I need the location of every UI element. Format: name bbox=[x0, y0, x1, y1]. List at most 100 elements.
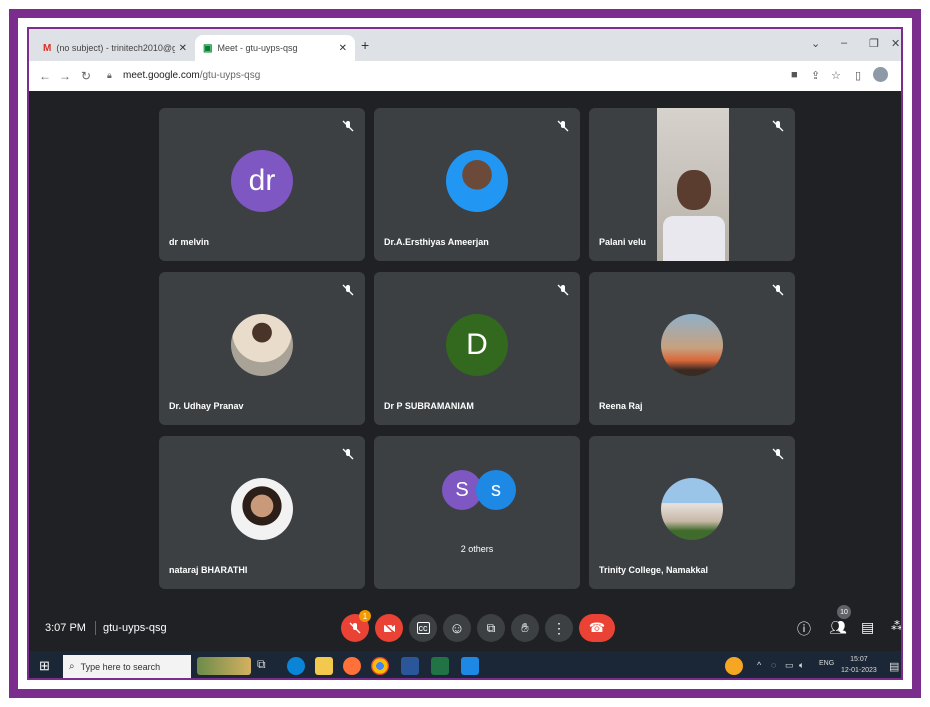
more-vert-icon: ⋮ bbox=[552, 619, 566, 636]
reload-icon[interactable]: ↻ bbox=[81, 69, 91, 83]
volume-icon[interactable]: 🔈︎ bbox=[799, 660, 804, 671]
forward-icon[interactable]: → bbox=[59, 69, 71, 83]
end-call-button[interactable]: ☎ bbox=[579, 614, 615, 642]
participant-count-badge: 10 bbox=[837, 605, 851, 619]
share-icon[interactable]: ⇪ bbox=[811, 69, 820, 82]
people-icon[interactable]: 👥︎ bbox=[829, 619, 847, 636]
camera-toggle-button[interactable] bbox=[375, 614, 403, 642]
minimize-button[interactable]: – bbox=[841, 37, 847, 49]
language-indicator[interactable]: ENG bbox=[819, 660, 834, 667]
avatar bbox=[661, 314, 723, 376]
mic-off-icon bbox=[772, 448, 784, 460]
present-button[interactable]: ⧉ bbox=[477, 614, 505, 642]
taskbar-search-input[interactable]: ⌕ Type here to search bbox=[63, 655, 191, 678]
participant-name: Dr.A.Ersthiyas Ameerjan bbox=[384, 237, 489, 247]
tab-search-icon[interactable]: ⌄ bbox=[811, 37, 820, 50]
windows-taskbar: ⊞ ⌕ Type here to search ⧉ ^ ◌ ▭ 🔈︎ ENG 1… bbox=[29, 651, 901, 678]
camera-indicator-icon[interactable]: ■ bbox=[791, 69, 798, 81]
participant-tile[interactable]: Dr.A.Ersthiyas Ameerjan bbox=[374, 108, 580, 261]
network-icon[interactable]: ▭ bbox=[785, 660, 794, 671]
avatar bbox=[446, 150, 508, 212]
excel-icon[interactable] bbox=[431, 657, 449, 675]
camera-off-icon bbox=[382, 621, 396, 635]
side-panel-icon[interactable]: ▯ bbox=[855, 69, 861, 82]
search-icon: ⌕ bbox=[69, 661, 75, 672]
divider bbox=[95, 621, 96, 635]
tab-meet[interactable]: ▣ Meet - gtu-uyps-qsg ✕ bbox=[195, 35, 355, 61]
task-view-icon[interactable]: ⧉ bbox=[257, 657, 275, 675]
meeting-info-icon[interactable]: ⓘ bbox=[797, 619, 811, 639]
participant-tile[interactable]: D Dr P SUBRAMANIAM bbox=[374, 272, 580, 425]
firefox-icon[interactable] bbox=[343, 657, 361, 675]
avatar: dr bbox=[231, 150, 293, 212]
restore-button[interactable]: ❐ bbox=[869, 37, 879, 50]
camera-feed bbox=[657, 108, 729, 261]
raise-hand-button[interactable]: ✋︎ bbox=[511, 614, 539, 642]
windows-start-icon[interactable]: ⊞ bbox=[39, 658, 50, 674]
meeting-time: 3:07 PM bbox=[45, 622, 86, 634]
reactions-button[interactable]: ☺ bbox=[443, 614, 471, 642]
emoji-icon: ☺ bbox=[449, 619, 465, 637]
present-screen-icon: ⧉ bbox=[486, 620, 496, 635]
mic-off-icon bbox=[772, 284, 784, 296]
weather-icon[interactable] bbox=[725, 657, 743, 675]
participant-name: Trinity College, Namakkal bbox=[599, 565, 709, 575]
url-field[interactable]: meet.google.com/gtu-uyps-qsg bbox=[123, 70, 260, 81]
avatar bbox=[231, 478, 293, 540]
mic-toggle-button[interactable]: 1 bbox=[341, 610, 371, 642]
new-tab-button[interactable]: + bbox=[361, 37, 369, 53]
file-explorer-icon[interactable] bbox=[315, 657, 333, 675]
captions-button[interactable]: cc bbox=[409, 614, 437, 642]
chevron-up-icon[interactable]: ^ bbox=[757, 660, 761, 670]
meet-icon: ▣ bbox=[203, 42, 213, 54]
clock-date: 12-01-2023 bbox=[841, 667, 877, 674]
mic-off-icon bbox=[342, 120, 354, 132]
chrome-icon[interactable] bbox=[371, 657, 389, 675]
back-icon[interactable]: ← bbox=[39, 69, 51, 83]
activities-icon[interactable]: ⁂ bbox=[891, 619, 901, 633]
address-bar: ← → ↻ 🔒︎ meet.google.com/gtu-uyps-qsg ■ … bbox=[29, 61, 901, 92]
mic-off-icon bbox=[349, 622, 361, 634]
profile-avatar[interactable] bbox=[873, 67, 888, 82]
onedrive-icon[interactable]: ◌ bbox=[771, 660, 776, 670]
captions-icon: cc bbox=[416, 622, 430, 634]
participant-name: Dr P SUBRAMANIAM bbox=[384, 401, 474, 411]
notifications-icon[interactable]: ▤ bbox=[889, 660, 899, 673]
avatar: s bbox=[476, 470, 516, 510]
participant-tile[interactable]: Trinity College, Namakkal bbox=[589, 436, 795, 589]
close-tab-icon[interactable]: ✕ bbox=[179, 43, 187, 54]
taskbar-clock[interactable]: 15:07 12-01-2023 bbox=[841, 654, 877, 676]
avatar bbox=[661, 478, 723, 540]
meet-stage: dr dr melvin Dr.A.Ersthiyas Ameerjan Pal… bbox=[29, 91, 901, 647]
mic-off-icon bbox=[342, 448, 354, 460]
more-options-button[interactable]: ⋮ bbox=[545, 614, 573, 642]
close-tab-icon[interactable]: ✕ bbox=[339, 43, 347, 54]
mic-off-icon bbox=[557, 284, 569, 296]
participant-tile[interactable]: dr dr melvin bbox=[159, 108, 365, 261]
participant-tile-group[interactable]: S s 2 others bbox=[374, 436, 580, 589]
meet-controls-bar: 3:07 PM gtu-uyps-qsg 1 cc ☺ ⧉ ✋︎ ⋮ ☎ ⓘ 👥… bbox=[29, 605, 901, 651]
screen: M (no subject) - trinitech2010@gm ✕ ▣ Me… bbox=[27, 27, 903, 680]
hand-icon: ✋︎ bbox=[521, 620, 529, 635]
app-icon[interactable] bbox=[461, 657, 479, 675]
participant-tile[interactable]: nataraj BHARATHI bbox=[159, 436, 365, 589]
participant-tile[interactable]: Reena Raj bbox=[589, 272, 795, 425]
menu-kebab-icon[interactable]: ⋮ bbox=[897, 69, 901, 82]
participant-name: Palani velu bbox=[599, 237, 647, 247]
participant-tile[interactable]: Palani velu bbox=[589, 108, 795, 261]
close-window-button[interactable]: ✕ bbox=[891, 37, 900, 50]
participant-name: nataraj BHARATHI bbox=[169, 565, 248, 575]
chat-icon[interactable]: ▤ bbox=[861, 619, 874, 636]
phone-hangup-icon: ☎ bbox=[588, 620, 606, 635]
word-icon[interactable] bbox=[401, 657, 419, 675]
tab-gmail[interactable]: M (no subject) - trinitech2010@gm ✕ bbox=[35, 35, 195, 61]
bookmark-star-icon[interactable]: ☆ bbox=[831, 69, 841, 82]
mic-off-icon bbox=[772, 120, 784, 132]
edge-icon[interactable] bbox=[287, 657, 305, 675]
participant-tile[interactable]: Dr. Udhay Pranav bbox=[159, 272, 365, 425]
lock-icon: 🔒︎ bbox=[107, 70, 112, 80]
mic-badge: 1 bbox=[359, 610, 371, 622]
avatar bbox=[231, 314, 293, 376]
clock-time: 15:07 bbox=[850, 656, 868, 663]
tab-title: (no subject) - trinitech2010@gm bbox=[56, 43, 175, 53]
